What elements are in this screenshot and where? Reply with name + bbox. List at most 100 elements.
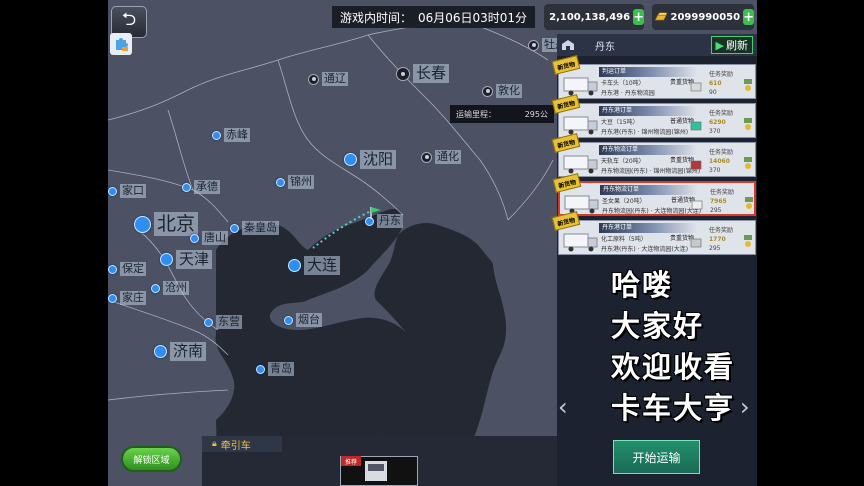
screen: 长春 通辽 敦化 牡丹 赤峰 沈阳 通化 锦州 承德 家口 北京 秦皇岛 唐山 丹东 天津 大连 保定 沧州 家庄东… — [0, 0, 864, 486]
city-6[interactable]: 通化 — [421, 150, 461, 164]
city-label: 秦皇岛 — [242, 221, 279, 235]
order-route: 丹东物流园(丹东) · 锦州物流园(锦州) — [601, 168, 701, 175]
city-dot-icon — [344, 153, 357, 166]
reward-exp: 295 — [709, 245, 721, 252]
city-dot-icon — [182, 182, 191, 192]
panel-header: 丹东 ▶ 刷新 — [557, 34, 757, 56]
city-5[interactable]: 沈阳 — [344, 150, 397, 169]
reward-label: 任务奖励 — [709, 110, 734, 117]
order-card[interactable]: 新货物 判运订单 卡车头（10吨） 丹东港 · 丹东物流园 贵重货物 任务奖励 610 90 — [551, 55, 756, 99]
truck-icon — [563, 77, 598, 96]
city-dot-icon — [160, 253, 173, 266]
cargo-name: 天轨车（20吨） — [601, 158, 645, 165]
city-dot-icon — [230, 223, 239, 233]
start-transport-button[interactable]: 开始运输 — [613, 440, 700, 474]
add-gold-button[interactable]: + — [743, 9, 754, 25]
city-dot-icon — [154, 345, 167, 358]
reward-label: 任务奖励 — [709, 71, 734, 78]
order-card[interactable]: 新货物 丹东物流订单 圣女果（20吨） 丹东物流园(丹东) · 大连物流园(大连) 普通… — [552, 173, 756, 216]
city-16[interactable]: 保定 — [108, 262, 146, 276]
add-money-button[interactable]: + — [633, 9, 644, 25]
city-19[interactable]: 东营 — [204, 315, 242, 329]
reward-block: 任务奖励 6290 370 — [709, 109, 743, 136]
new-cargo-tag: 新货物 — [552, 173, 582, 193]
city-poi-icon — [482, 85, 493, 97]
cargo-box-icon — [690, 238, 702, 248]
order-card[interactable]: 新货物 丹东港订单 大豆（15吨） 丹东港(丹东) · 锦州物流园(锦州) 普通货物 任务… — [551, 94, 756, 138]
city-dot-icon — [204, 317, 213, 327]
city-poi-icon — [528, 39, 539, 51]
reward-icon — [744, 118, 752, 130]
city-dot-icon — [276, 177, 285, 187]
reward-block: 任务奖励 14060 370 — [709, 148, 743, 175]
order-card[interactable]: 新货物 丹东物流订单 天轨车（20吨） 丹东物流园(丹东) · 锦州物流园(锦州) 贵重… — [551, 133, 756, 177]
tractor-tab-label: 牵引车 — [220, 440, 251, 452]
unlock-region-button[interactable]: 解锁区域 — [121, 446, 182, 472]
city-2[interactable]: 敦化 — [482, 84, 522, 98]
game-time-value: 06月06日03时01分 — [417, 10, 528, 25]
chevron-right-icon[interactable]: › — [740, 393, 750, 421]
order-route: 丹东港(丹东) · 大连物流园(大连) — [601, 246, 689, 253]
city-label: 通化 — [435, 150, 461, 164]
warehouse-icon — [562, 40, 574, 50]
city-1[interactable]: 通辽 — [308, 72, 348, 86]
city-label: 天津 — [176, 250, 213, 269]
city-22[interactable]: 青岛 — [256, 362, 294, 376]
order-header: 丹东港订单 — [599, 223, 697, 233]
city-label: 大连 — [304, 256, 341, 275]
truck-position-flag — [369, 205, 383, 224]
reward-money: 14060 — [709, 158, 730, 165]
cargo-box-icon — [690, 160, 702, 170]
distance-value: 295公 — [524, 109, 548, 119]
city-label: 济南 — [170, 342, 207, 361]
city-dot-icon — [256, 364, 265, 374]
city-14[interactable]: 天津 — [160, 250, 213, 269]
city-label: 长春 — [413, 64, 450, 83]
city-label: 保定 — [120, 262, 146, 276]
reward-exp: 90 — [709, 89, 717, 96]
cargo-name: 卡车头（10吨） — [601, 80, 645, 87]
panel-title: 丹东 — [595, 41, 615, 53]
city-18[interactable]: 家庄 — [108, 291, 146, 305]
city-0[interactable]: 长春 — [396, 64, 450, 83]
city-8[interactable]: 承德 — [182, 180, 220, 194]
refresh-label: 刷新 — [726, 39, 748, 52]
city-label: 唐山 — [202, 231, 228, 245]
unlock-region-label: 解锁区域 — [133, 455, 170, 466]
city-15[interactable]: 大连 — [288, 256, 341, 275]
gold-bar-icon — [654, 12, 668, 21]
distance-tooltip: 运输里程： 295公 — [450, 105, 554, 123]
city-20[interactable]: 烟台 — [284, 313, 322, 327]
caption-line: 大家好 — [611, 309, 705, 343]
cargo-name: 大豆（15吨） — [601, 119, 639, 126]
city-4[interactable]: 赤峰 — [212, 128, 250, 142]
puzzle-icon — [116, 38, 128, 51]
play-icon: ▶ — [715, 38, 724, 52]
reward-label: 任务奖励 — [709, 149, 734, 156]
city-label: 锦州 — [288, 175, 314, 189]
refresh-button[interactable]: ▶ 刷新 — [710, 36, 753, 54]
city-poi-icon — [396, 66, 410, 81]
reward-money: 610 — [709, 80, 722, 87]
tractor-tab[interactable]: 🔒︎ 牵引车 — [202, 436, 282, 452]
money-counter: 2,100,138,496 + — [544, 4, 644, 30]
city-9[interactable]: 家口 — [108, 184, 146, 198]
city-label: 家口 — [120, 184, 146, 198]
caption-overlay: 哈喽 大家好 欢迎收看 卡车大亨 — [611, 265, 735, 429]
city-dot-icon — [288, 259, 301, 272]
reward-money: 6290 — [709, 119, 726, 126]
gold-value: 2099990050 — [670, 11, 741, 23]
city-12[interactable]: 唐山 — [190, 231, 228, 245]
city-21[interactable]: 济南 — [154, 342, 207, 361]
city-label: 东营 — [216, 315, 242, 329]
city-17[interactable]: 沧州 — [151, 281, 189, 295]
city-10[interactable]: 北京 — [134, 212, 199, 236]
city-11[interactable]: 秦皇岛 — [230, 221, 279, 235]
recommend-tag: 推荐 — [341, 456, 361, 466]
chevron-left-icon[interactable]: ‹ — [558, 393, 568, 421]
city-dot-icon — [284, 315, 293, 325]
city-label: 烟台 — [296, 313, 322, 327]
puzzle-button[interactable] — [110, 33, 132, 55]
city-7[interactable]: 锦州 — [276, 175, 314, 189]
order-card[interactable]: 新货物 丹东港订单 化工原料（5吨） 丹东港(丹东) · 大连物流园(大连) 贵重货物任… — [551, 211, 756, 255]
